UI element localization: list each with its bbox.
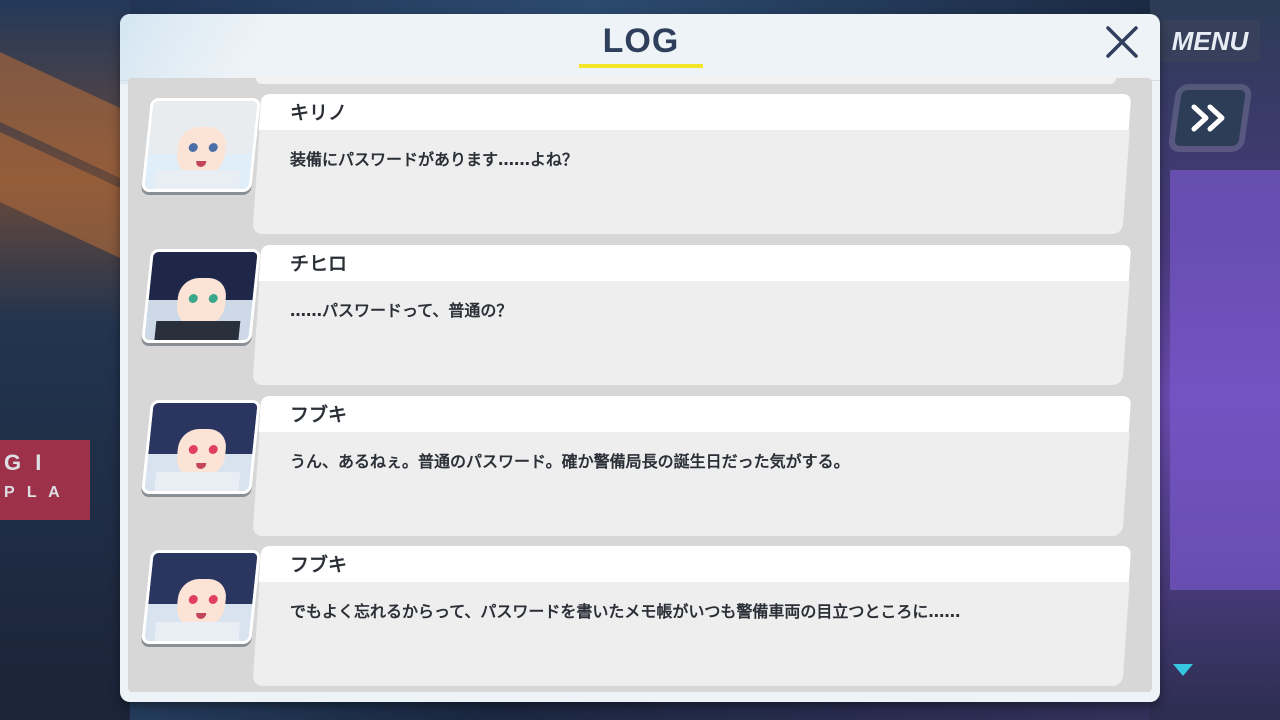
message-text: 装備にパスワードがあります……よね？ — [290, 150, 579, 169]
neon-sign: G I P L A — [0, 440, 90, 520]
avatar-fubuki — [141, 550, 261, 644]
close-icon[interactable] — [1102, 22, 1142, 62]
speaker-name: フブキ — [290, 554, 348, 576]
avatar-kirino — [141, 98, 261, 192]
avatar-clothes — [154, 320, 240, 340]
log-entry: フブキ うん、あるねぇ。普通のパスワード。確か警備局長の誕生日だった気がする。 — [128, 396, 1152, 542]
message-text: ……パスワードって、普通の？ — [290, 301, 513, 320]
page-title: LOG — [602, 22, 680, 60]
neon-sign-text-top: G I — [4, 450, 46, 475]
fast-forward-button[interactable] — [1174, 90, 1246, 146]
avatar-face — [174, 429, 228, 478]
log-entry: キリノ 装備にパスワードがあります……よね？ — [128, 94, 1152, 240]
previous-entry-edge — [256, 78, 1116, 84]
log-entry: フブキ でもよく忘れるからって、パスワードを書いたメモ帳がいつも警備車両の目立つ… — [128, 546, 1152, 692]
name-bar — [258, 396, 1132, 432]
avatar-clothes — [154, 471, 240, 491]
menu-button[interactable]: MENU — [1160, 20, 1260, 62]
log-list[interactable]: キリノ 装備にパスワードがあります……よね？ チヒロ ……パスワードって、普通の… — [128, 78, 1152, 692]
speaker-name: チヒロ — [290, 253, 348, 275]
speaker-name: キリノ — [290, 102, 348, 124]
speaker-name: フブキ — [290, 404, 348, 426]
name-bar — [258, 245, 1132, 281]
background-left-buildings: G I P L A — [0, 0, 130, 720]
avatar-chihiro — [141, 249, 261, 343]
fast-forward-icon — [1191, 104, 1225, 132]
avatar-clothes — [154, 621, 240, 641]
avatar-fubuki — [141, 400, 261, 494]
log-header: LOG — [120, 14, 1160, 81]
message-text: うん、あるねぇ。普通のパスワード。確か警備局長の誕生日だった気がする。 — [290, 452, 850, 471]
log-entry: チヒロ ……パスワードって、普通の？ — [128, 245, 1152, 391]
name-bar — [258, 94, 1132, 130]
avatar-clothes — [154, 169, 240, 189]
scroll-down-icon[interactable] — [1173, 664, 1193, 676]
log-panel: LOG キリノ 装備にパスワードがあります……よね？ チヒロ ……パスワードって… — [120, 14, 1160, 702]
avatar-face — [174, 127, 228, 176]
message-text: でもよく忘れるからって、パスワードを書いたメモ帳がいつも警備車両の目立つところに… — [290, 602, 961, 621]
avatar-face — [174, 278, 228, 327]
title-underline — [579, 64, 703, 68]
neon-sign-text-bottom: P L A — [4, 484, 64, 501]
background-poster — [1170, 170, 1280, 590]
avatar-face — [174, 579, 228, 628]
name-bar — [258, 546, 1132, 582]
